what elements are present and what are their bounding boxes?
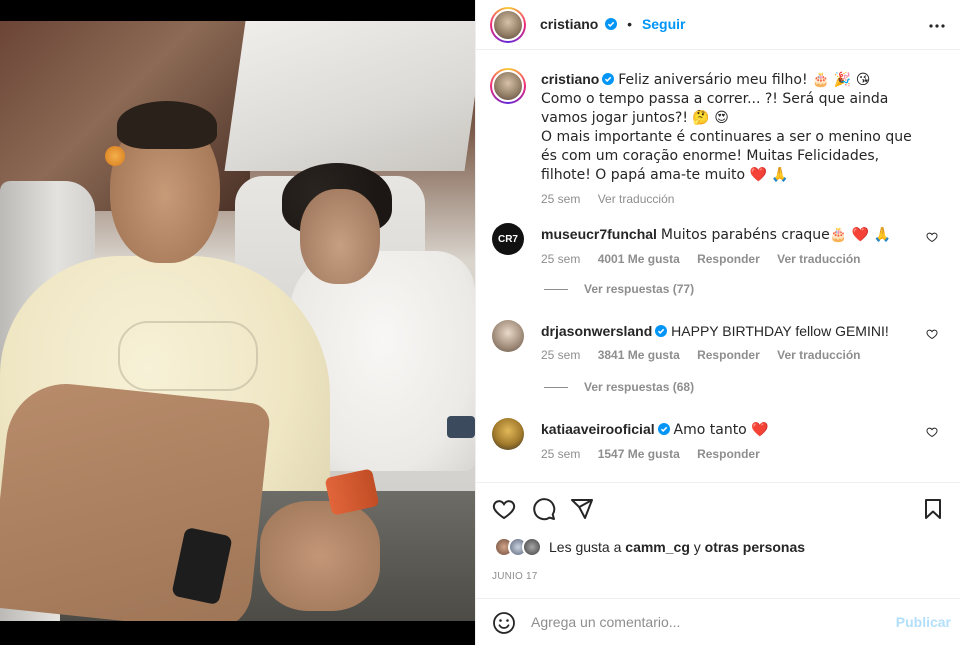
view-replies-label: Ver respuestas (68) — [584, 380, 695, 394]
comment-meta: 25 sem 4001 Me gusta Responder Ver tradu… — [541, 250, 921, 268]
post-photo[interactable] — [0, 21, 475, 621]
header-author-line: cristiano • Seguir — [540, 16, 686, 32]
caption-line-3: O mais importante é continuares a ser o … — [541, 129, 912, 183]
photo-flower — [105, 146, 125, 166]
likes-summary: Les gusta a camm_cg y otras personas — [549, 539, 805, 555]
share-icon[interactable] — [570, 497, 594, 521]
comment-time[interactable]: 25 sem — [541, 252, 580, 266]
caption-line-1: Feliz aniversário meu filho! 🎂 🎉 😘 — [618, 72, 871, 88]
bookmark-icon[interactable] — [921, 497, 945, 521]
comment-avatar[interactable]: CR7 — [492, 223, 524, 255]
photo-hands — [260, 501, 380, 611]
photo-man-hair — [117, 101, 217, 149]
emoji-icon[interactable] — [492, 611, 516, 635]
comment-translate-link[interactable]: Ver traducción — [777, 348, 860, 362]
comment-text: Muitos parabéns craque🎂 ❤️ 🙏 — [660, 227, 891, 243]
heart-icon[interactable] — [926, 231, 938, 243]
caption-translate-link[interactable]: Ver traducción — [598, 192, 675, 206]
comment-body: museucr7funchal Muitos parabéns craque🎂 … — [541, 225, 921, 268]
comment-time[interactable]: 25 sem — [541, 348, 580, 362]
verified-icon — [605, 18, 618, 30]
comment-time[interactable]: 25 sem — [541, 447, 580, 461]
view-replies-button[interactable]: Ver respuestas (77) — [544, 282, 694, 296]
reply-button[interactable]: Responder — [697, 447, 760, 461]
caption-time[interactable]: 25 sem — [541, 192, 580, 206]
author-username[interactable]: cristiano — [540, 16, 598, 32]
comment-translate-link[interactable]: Ver traducción — [777, 252, 860, 266]
comment-likes[interactable]: 4001 Me gusta — [598, 252, 680, 266]
comment-body: katiaaveirooficial Amo tanto ❤️ 25 sem 1… — [541, 420, 921, 463]
caption-line-2: Como o tempo passa a correr... ?! Será q… — [541, 91, 889, 126]
reply-button[interactable]: Responder — [697, 252, 760, 266]
photo-kid-head — [300, 189, 380, 284]
view-replies-label: Ver respuestas (77) — [584, 282, 695, 296]
more-icon[interactable] — [927, 16, 947, 36]
photo-man-arm — [0, 378, 272, 621]
post-header: cristiano • Seguir — [476, 0, 960, 50]
replies-line — [544, 289, 568, 291]
add-comment-bar: Publicar — [476, 598, 960, 645]
comment-likes[interactable]: 3841 Me gusta — [598, 348, 680, 362]
reply-button[interactable]: Responder — [697, 348, 760, 362]
comment-meta: 25 sem 1547 Me gusta Responder — [541, 445, 921, 463]
caption-username[interactable]: cristiano — [541, 71, 599, 87]
post-date[interactable]: JUNIO 17 — [492, 571, 538, 582]
header-separator: • — [627, 16, 633, 32]
comment-username[interactable]: drjasonwersland — [541, 323, 652, 339]
post-side-panel: cristiano • Seguir cristiano Feliz anive… — [475, 0, 960, 645]
comment-input[interactable] — [531, 611, 871, 633]
comment-username[interactable]: museucr7funchal — [541, 226, 657, 242]
photo-shirt-print — [118, 321, 258, 391]
comment-text: Amo tanto ❤️ — [673, 422, 769, 438]
photo-phone — [447, 416, 475, 438]
comments-list[interactable]: cristiano Feliz aniversário meu filho! 🎂… — [476, 51, 960, 481]
heart-icon[interactable] — [926, 426, 938, 438]
heart-icon[interactable] — [926, 328, 938, 340]
comment-username[interactable]: katiaaveirooficial — [541, 421, 655, 437]
follow-button[interactable]: Seguir — [642, 16, 686, 32]
verified-icon — [602, 73, 615, 85]
verified-icon — [657, 423, 670, 435]
replies-line — [544, 387, 568, 389]
comment-text: HAPPY BIRTHDAY fellow GEMINI! — [671, 323, 889, 339]
caption-body: cristiano Feliz aniversário meu filho! 🎂… — [541, 70, 921, 208]
likers-avatars[interactable] — [494, 537, 546, 559]
caption-avatar[interactable] — [490, 68, 526, 104]
author-avatar[interactable] — [490, 7, 526, 43]
likes-user[interactable]: camm_cg — [625, 539, 690, 555]
likes-others[interactable]: otras personas — [705, 539, 805, 555]
heart-icon[interactable] — [492, 497, 516, 521]
comment-icon[interactable] — [532, 497, 556, 521]
cr7-logo-text: CR7 — [497, 233, 518, 245]
verified-icon — [655, 325, 668, 337]
post-photo-panel — [0, 0, 475, 645]
likes-conj: y — [693, 539, 701, 555]
comment-body: drjasonwersland HAPPY BIRTHDAY fellow GE… — [541, 322, 921, 364]
publish-button[interactable]: Publicar — [896, 614, 951, 630]
comment-avatar[interactable] — [492, 320, 524, 352]
post-actions: Les gusta a camm_cg y otras personas JUN… — [476, 482, 960, 594]
comment-meta: 25 sem 3841 Me gusta Responder Ver tradu… — [541, 346, 921, 364]
likes-prefix: Les gusta a — [549, 539, 622, 555]
view-replies-button[interactable]: Ver respuestas (68) — [544, 380, 694, 394]
liker-avatar — [522, 537, 542, 557]
comment-avatar[interactable] — [492, 418, 524, 450]
photo-window — [224, 21, 475, 171]
caption-meta: 25 sem Ver traducción — [541, 190, 921, 208]
comment-likes[interactable]: 1547 Me gusta — [598, 447, 680, 461]
